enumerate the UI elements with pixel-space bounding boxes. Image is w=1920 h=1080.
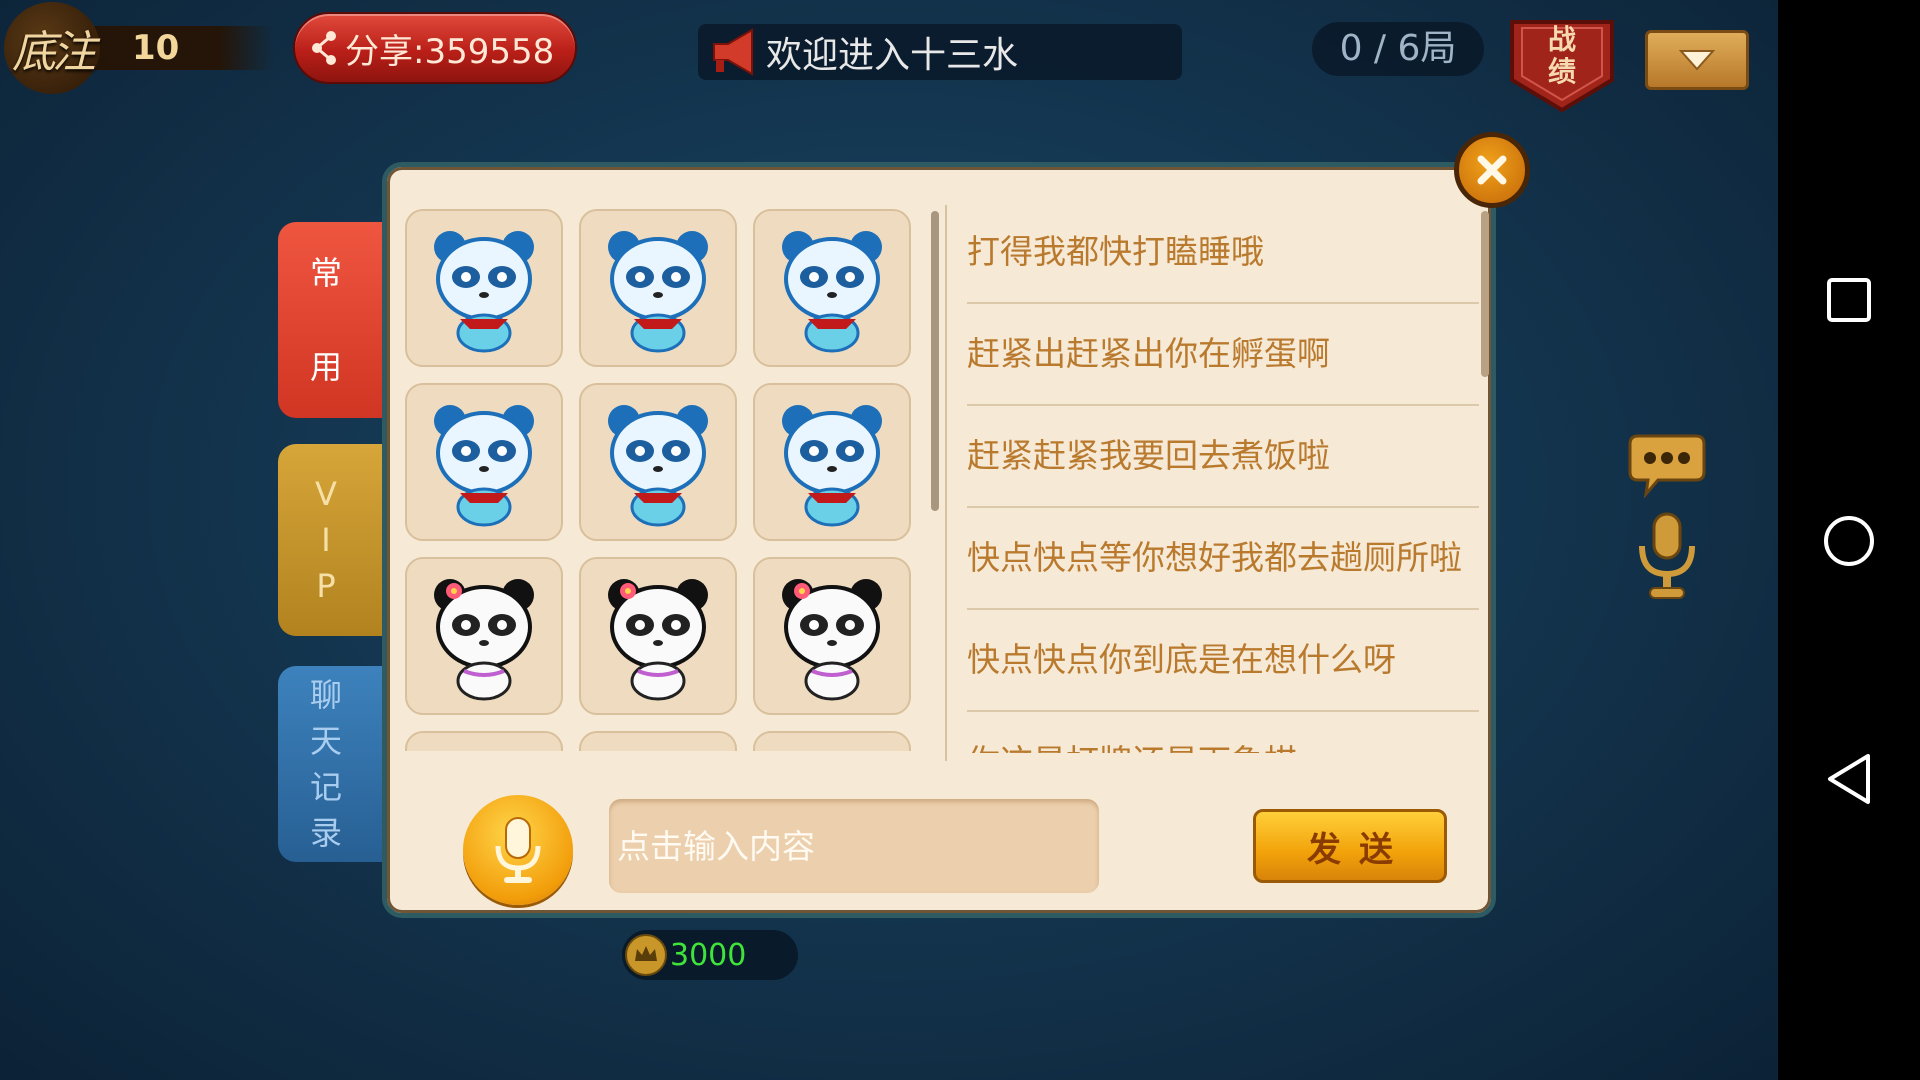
panda-sticker-icon bbox=[782, 579, 882, 701]
triangle-back-icon bbox=[1828, 754, 1870, 804]
panda-sticker-icon bbox=[434, 579, 534, 701]
tab-label-char: I bbox=[321, 521, 331, 559]
recent-apps-button[interactable] bbox=[1778, 276, 1920, 324]
panda-sticker-icon bbox=[782, 231, 882, 353]
emoji-blue-panda-sleepy[interactable] bbox=[753, 209, 911, 367]
chevron-down-icon bbox=[1678, 50, 1716, 71]
phrase-item[interactable]: 赶紧出赶紧出你在孵蛋啊 bbox=[967, 303, 1479, 406]
emoji-blue-panda-partial[interactable] bbox=[753, 731, 911, 751]
tab-chat-history[interactable]: 聊 天 记 录 bbox=[278, 666, 388, 862]
coin-value: 3000 bbox=[670, 937, 747, 973]
announcement-text: 欢迎进入十三水 bbox=[766, 35, 1019, 76]
share-label: 分享:359558 bbox=[345, 31, 555, 72]
emoji-blue-panda-angry[interactable] bbox=[405, 383, 563, 541]
panda-sticker-icon bbox=[782, 405, 882, 527]
panda-sticker-icon bbox=[608, 579, 708, 701]
emoji-blue-panda-shy[interactable] bbox=[753, 383, 911, 541]
tab-common-phrases[interactable]: 常 用 bbox=[278, 222, 388, 418]
record-label-2: 绩 bbox=[1547, 55, 1576, 88]
phrase-item[interactable]: 快点快点你到底是在想什么呀 bbox=[967, 609, 1479, 712]
emoji-scrollbar[interactable] bbox=[931, 211, 939, 511]
divider bbox=[945, 205, 947, 761]
panda-sticker-icon bbox=[608, 405, 708, 527]
emoji-blue-panda-partial[interactable] bbox=[579, 731, 737, 751]
microphone-icon bbox=[495, 817, 541, 883]
tab-label-char: 录 bbox=[309, 814, 342, 852]
phrase-item[interactable]: 你这是打牌还是下象棋 bbox=[967, 711, 1479, 753]
record-label-1: 战 bbox=[1547, 23, 1576, 56]
emoji-blue-panda-wink[interactable] bbox=[579, 383, 737, 541]
emoji-blue-panda-nervous[interactable] bbox=[405, 209, 563, 367]
megaphone-icon bbox=[713, 28, 753, 76]
emoji-girl-panda-blush[interactable] bbox=[753, 557, 911, 715]
home-button[interactable] bbox=[1778, 514, 1920, 568]
bet-value: 10 bbox=[92, 26, 274, 70]
record-button[interactable]: 战 绩 bbox=[1508, 18, 1616, 114]
chat-bubble-icon[interactable] bbox=[1628, 432, 1706, 498]
chat-dialog: 打得我都快打瞌睡哦 赶紧出赶紧出你在孵蛋啊 赶紧赶紧我要回去煮饭啦 快点快点等你… bbox=[382, 162, 1496, 918]
phrase-item[interactable]: 快点快点等你想好我都去趟厕所啦 bbox=[967, 507, 1479, 610]
round-counter: 0 / 6局 bbox=[1312, 22, 1484, 76]
back-button[interactable] bbox=[1778, 752, 1920, 806]
voice-chat-icon[interactable] bbox=[1634, 512, 1700, 604]
emoji-girl-panda-sly[interactable] bbox=[579, 557, 737, 715]
panda-sticker-icon bbox=[608, 231, 708, 353]
circle-icon bbox=[1824, 516, 1874, 566]
announcement-bar: 欢迎进入十三水 bbox=[698, 24, 1182, 80]
phrase-item[interactable]: 打得我都快打瞌睡哦 bbox=[967, 201, 1479, 304]
tab-vip[interactable]: V I P bbox=[278, 444, 388, 636]
crown-coin-icon bbox=[625, 934, 667, 976]
tab-label-char: 常 bbox=[309, 254, 342, 292]
panda-sticker-icon bbox=[598, 745, 718, 751]
panda-sticker-icon bbox=[772, 745, 892, 751]
share-button[interactable]: 分享:359558 bbox=[293, 12, 577, 84]
square-icon bbox=[1827, 278, 1871, 322]
tab-label-char: 记 bbox=[309, 768, 342, 806]
panda-sticker-icon bbox=[434, 231, 534, 353]
voice-input-button[interactable] bbox=[463, 795, 573, 905]
emoji-blue-panda-annoyed[interactable] bbox=[579, 209, 737, 367]
close-button[interactable] bbox=[1454, 132, 1530, 208]
tab-label-char: P bbox=[316, 567, 336, 605]
emoji-girl-panda-cheer[interactable] bbox=[405, 557, 563, 715]
panda-sticker-icon bbox=[434, 405, 534, 527]
game-table: 10 底注 分享:359558 欢迎进入十三水 0 / 6局 战 绩 常 用 V… bbox=[0, 0, 1778, 1080]
phrase-scrollbar[interactable] bbox=[1481, 211, 1489, 377]
emoji-grid[interactable] bbox=[405, 209, 925, 751]
tab-label-char: 天 bbox=[309, 722, 342, 760]
menu-dropdown-button[interactable] bbox=[1645, 30, 1749, 90]
bet-logo: 底注 bbox=[4, 2, 100, 94]
phrase-list[interactable]: 打得我都快打瞌睡哦 赶紧出赶紧出你在孵蛋啊 赶紧赶紧我要回去煮饭啦 快点快点等你… bbox=[967, 201, 1479, 753]
tab-label-char: 聊 bbox=[309, 676, 342, 714]
send-button[interactable]: 发送 bbox=[1253, 809, 1447, 883]
chat-text-input[interactable] bbox=[609, 799, 1099, 893]
share-icon bbox=[312, 31, 336, 65]
close-icon bbox=[1477, 155, 1507, 185]
emoji-girl-panda-partial[interactable] bbox=[405, 731, 563, 751]
phrase-item[interactable]: 赶紧赶紧我要回去煮饭啦 bbox=[967, 405, 1479, 508]
coin-balance: 3000 bbox=[622, 930, 798, 980]
system-navigation-bar bbox=[1778, 0, 1920, 1080]
panda-sticker-icon bbox=[424, 745, 544, 751]
tab-label-char: 用 bbox=[309, 348, 342, 386]
tab-label-char: V bbox=[315, 475, 337, 513]
